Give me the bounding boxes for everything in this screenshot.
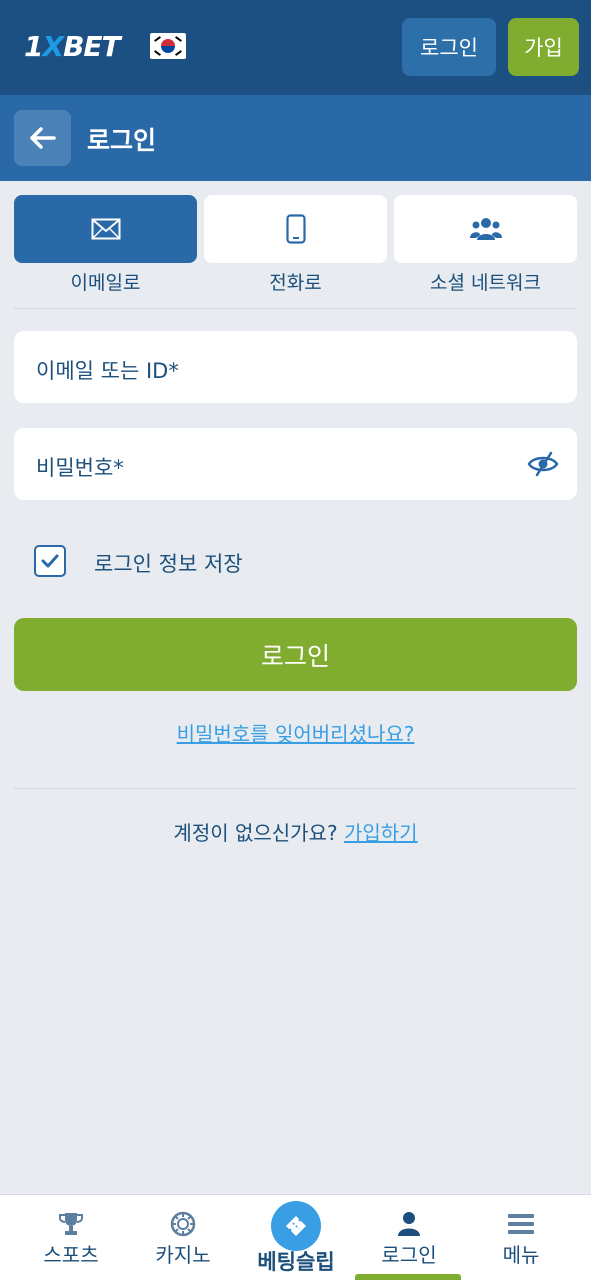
- nav-label-betslip[interactable]: 베팅슬립: [236, 1246, 356, 1276]
- page-title: 로그인: [87, 126, 157, 155]
- nav-item-casino[interactable]: 카지노: [124, 1195, 242, 1280]
- tab-phone-label: 전화로: [269, 272, 322, 294]
- eye-hidden-icon[interactable]: [527, 450, 559, 478]
- checkmark-icon: [41, 554, 59, 568]
- active-tab-indicator: [355, 1274, 461, 1280]
- header-login-button[interactable]: 로그인: [402, 18, 496, 76]
- ticket-icon: [286, 1216, 306, 1236]
- nav-label-login: 로그인: [381, 1243, 437, 1267]
- password-field[interactable]: 비밀번호*: [14, 428, 577, 500]
- envelope-icon: [91, 218, 120, 240]
- email-field[interactable]: 이메일 또는 ID*: [14, 331, 577, 403]
- remember-label[interactable]: 로그인 정보 저장: [94, 548, 243, 578]
- nav-item-login[interactable]: 로그인: [350, 1195, 468, 1280]
- login-submit-button[interactable]: 로그인: [14, 618, 577, 691]
- nav-label-casino: 카지노: [155, 1243, 211, 1267]
- email-field-placeholder: 이메일 또는 ID*: [36, 359, 179, 383]
- casino-chip-icon: [170, 1211, 196, 1237]
- forgot-password-link[interactable]: 비밀번호를 잊어버리셨나요?: [0, 718, 591, 747]
- signup-prompt: 계정이 없으신가요? 가입하기: [0, 817, 591, 846]
- user-icon: [398, 1212, 420, 1236]
- divider: [14, 308, 577, 309]
- signup-link[interactable]: 가입하기: [344, 821, 418, 845]
- remember-checkbox[interactable]: [34, 545, 66, 577]
- tab-email[interactable]: [14, 195, 197, 263]
- password-field-placeholder: 비밀번호*: [36, 456, 124, 480]
- hamburger-icon: [508, 1214, 534, 1234]
- top-header: 1XBET 로그인 가입: [0, 0, 591, 95]
- header-register-button[interactable]: 가입: [508, 18, 579, 76]
- brand-logo[interactable]: 1XBET: [24, 30, 121, 63]
- back-button[interactable]: [14, 110, 71, 166]
- arrow-left-icon: [29, 127, 56, 149]
- language-flag-icon[interactable]: [150, 33, 186, 59]
- tab-social[interactable]: [394, 195, 577, 263]
- nav-label-menu: 메뉴: [502, 1243, 540, 1267]
- tab-phone[interactable]: [204, 195, 387, 263]
- divider: [14, 788, 577, 789]
- page-titlebar: 로그인: [0, 95, 591, 181]
- phone-icon: [285, 214, 306, 244]
- nav-label-sports: 스포츠: [43, 1243, 99, 1267]
- trophy-icon: [59, 1213, 83, 1235]
- nav-item-menu[interactable]: 메뉴: [462, 1195, 580, 1280]
- nav-item-betslip[interactable]: [271, 1201, 321, 1251]
- nav-item-sports[interactable]: 스포츠: [12, 1195, 130, 1280]
- users-icon: [469, 218, 502, 240]
- tab-email-label: 이메일로: [70, 272, 141, 294]
- no-account-text: 계정이 없으신가요?: [173, 821, 338, 845]
- tab-social-label: 소셜 네트워크: [430, 272, 541, 294]
